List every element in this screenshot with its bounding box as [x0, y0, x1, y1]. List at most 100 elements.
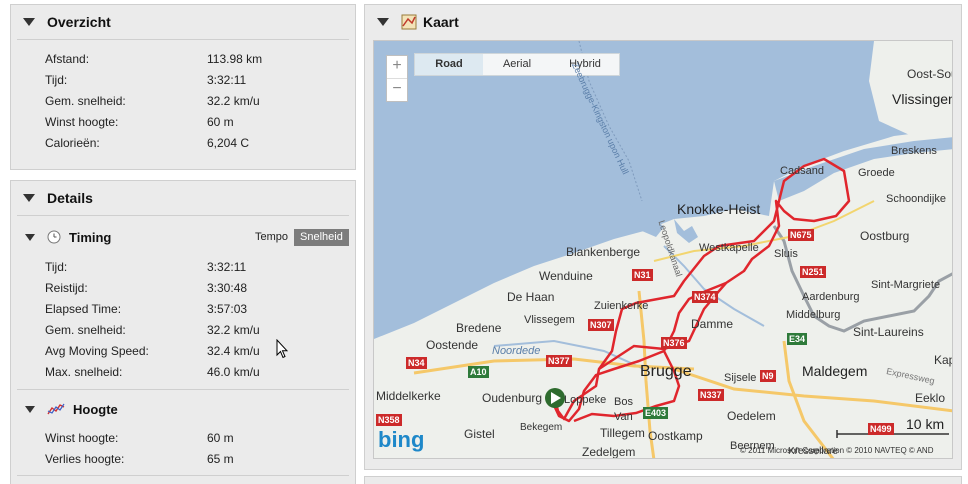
- road-shield: N31: [632, 269, 653, 281]
- stat-value: 3:32:11: [207, 73, 247, 87]
- place-label: Bekegem: [520, 422, 563, 433]
- stat-value: 6,204 C: [207, 136, 250, 150]
- road-shield: N337: [698, 389, 724, 401]
- collapse-triangle-icon[interactable]: [377, 18, 389, 26]
- stat-value: 32.4 km/u: [207, 344, 260, 358]
- place-label: Loppeke: [564, 394, 607, 406]
- road-shield: N9: [760, 370, 776, 382]
- stat-label: Elapsed Time:: [45, 302, 122, 316]
- place-label: Gistel: [464, 427, 495, 441]
- stat-label: Gem. snelheid:: [45, 323, 126, 337]
- map-header[interactable]: Kaart: [365, 5, 961, 39]
- stat-value: 60 m: [207, 431, 234, 445]
- road-shield: N374: [692, 291, 718, 303]
- bing-logo: bing: [378, 427, 425, 452]
- place-label: De Haan: [507, 290, 555, 304]
- place-label: Vlissegem: [524, 314, 575, 326]
- place-label: Sijsele: [724, 372, 757, 384]
- map-type-hybrid[interactable]: Hybrid: [551, 54, 619, 75]
- map-canvas: [374, 41, 952, 458]
- map-type-road[interactable]: Road: [415, 54, 483, 75]
- stat-value: 46.0 km/u: [207, 365, 260, 379]
- stat-value: 32.2 km/u: [207, 94, 260, 108]
- road-shield: N251: [800, 266, 826, 278]
- collapse-triangle-icon[interactable]: [23, 194, 35, 202]
- snelheid-toggle[interactable]: Snelheid: [294, 229, 349, 246]
- place-label: Kap: [934, 353, 952, 367]
- place-label: Sint-Laureins: [853, 325, 924, 339]
- place-label: Sint-Margriete: [871, 279, 941, 291]
- stat-label: Calorieën:: [45, 136, 100, 150]
- stat-value: 32.2 km/u: [207, 323, 260, 337]
- map-type-aerial[interactable]: Aerial: [483, 54, 551, 75]
- place-label: Damme: [691, 317, 734, 331]
- place-label: Cadsand: [780, 165, 825, 177]
- elevation-chart-icon: [47, 403, 65, 415]
- zoom-out-button[interactable]: −: [387, 79, 407, 101]
- collapse-triangle-icon[interactable]: [25, 233, 35, 241]
- stat-label: Max. snelheid:: [45, 365, 123, 379]
- place-label: Blankenberge: [566, 245, 641, 259]
- road-shield: N377: [546, 355, 572, 367]
- tempo-toggle[interactable]: Tempo: [249, 229, 294, 246]
- place-label: Aardenburg: [802, 291, 860, 303]
- place-label: Schoondijke: [886, 193, 946, 205]
- stat-value: 65 m: [207, 452, 234, 466]
- place-label: Noordede: [492, 345, 541, 357]
- stat-value: 3:30:48: [207, 281, 248, 295]
- collapse-triangle-icon[interactable]: [25, 405, 35, 413]
- stat-label: Afstand:: [45, 52, 90, 66]
- route-map[interactable]: + − Road Aerial Hybrid Oost-Sou Vlissing…: [373, 40, 953, 459]
- place-label: Knokke-Heist: [677, 201, 761, 217]
- place-label: Oostburg: [860, 229, 910, 243]
- road-shield: N307: [588, 319, 614, 331]
- place-label: Sluis: [774, 248, 798, 260]
- elevation-header[interactable]: Hoogte: [25, 398, 118, 420]
- place-label: Brugge: [640, 363, 692, 380]
- map-type-selector: Road Aerial Hybrid: [414, 53, 620, 76]
- place-label: Oedelem: [727, 409, 776, 423]
- place-label: Oost-Sou: [907, 67, 953, 81]
- details-panel: Details Timing Tempo Snelheid Tijd: 3:32…: [10, 180, 356, 484]
- place-label: Oudenburg: [482, 391, 543, 405]
- timing-header[interactable]: Timing: [25, 226, 111, 248]
- divider: [17, 215, 349, 216]
- stat-label: Reistijd:: [45, 281, 88, 295]
- stat-label: Winst hoogte:: [45, 431, 119, 445]
- place-label: Zuienkerke: [594, 300, 649, 312]
- overview-title: Overzicht: [47, 14, 111, 30]
- divider: [17, 475, 349, 476]
- place-label: Oostende: [426, 338, 479, 352]
- road-shield: A10: [468, 366, 489, 378]
- stat-label: Verlies hoogte:: [45, 452, 125, 466]
- place-label: Breskens: [891, 145, 937, 157]
- road-shield: N675: [788, 229, 814, 241]
- road-shield: N34: [406, 357, 427, 369]
- map-copyright: © 2011 Microsoft Corporation © 2010 NAVT…: [740, 446, 934, 455]
- road-shield: N376: [661, 337, 687, 349]
- place-label: Maldegem: [802, 363, 868, 379]
- place-label: Bos: [614, 396, 633, 408]
- pace-speed-toggle: Tempo Snelheid: [249, 229, 349, 246]
- elevation-title: Hoogte: [73, 401, 118, 417]
- stat-label: Avg Moving Speed:: [45, 344, 149, 358]
- stat-label: Tijd:: [45, 73, 68, 87]
- map-icon: [401, 14, 417, 30]
- place-label: Westkapelle: [699, 242, 759, 254]
- stat-label: Tijd:: [45, 260, 68, 274]
- mouse-cursor-icon: [276, 339, 288, 359]
- place-label: Eeklo: [915, 391, 946, 405]
- clock-icon: [47, 230, 61, 244]
- zoom-in-button[interactable]: +: [387, 56, 407, 78]
- collapse-triangle-icon[interactable]: [23, 18, 35, 26]
- details-title: Details: [47, 190, 93, 206]
- place-label: Middelburg: [786, 309, 841, 321]
- stat-label: Gem. snelheid:: [45, 94, 126, 108]
- map-title: Kaart: [423, 14, 459, 30]
- details-header[interactable]: Details: [11, 181, 355, 215]
- place-label: Tillegem: [600, 426, 645, 440]
- scale-label: 10 km: [906, 416, 945, 432]
- overview-header[interactable]: Overzicht: [11, 5, 355, 39]
- place-label: Zedelgem: [582, 445, 636, 459]
- stat-value: 60 m: [207, 115, 234, 129]
